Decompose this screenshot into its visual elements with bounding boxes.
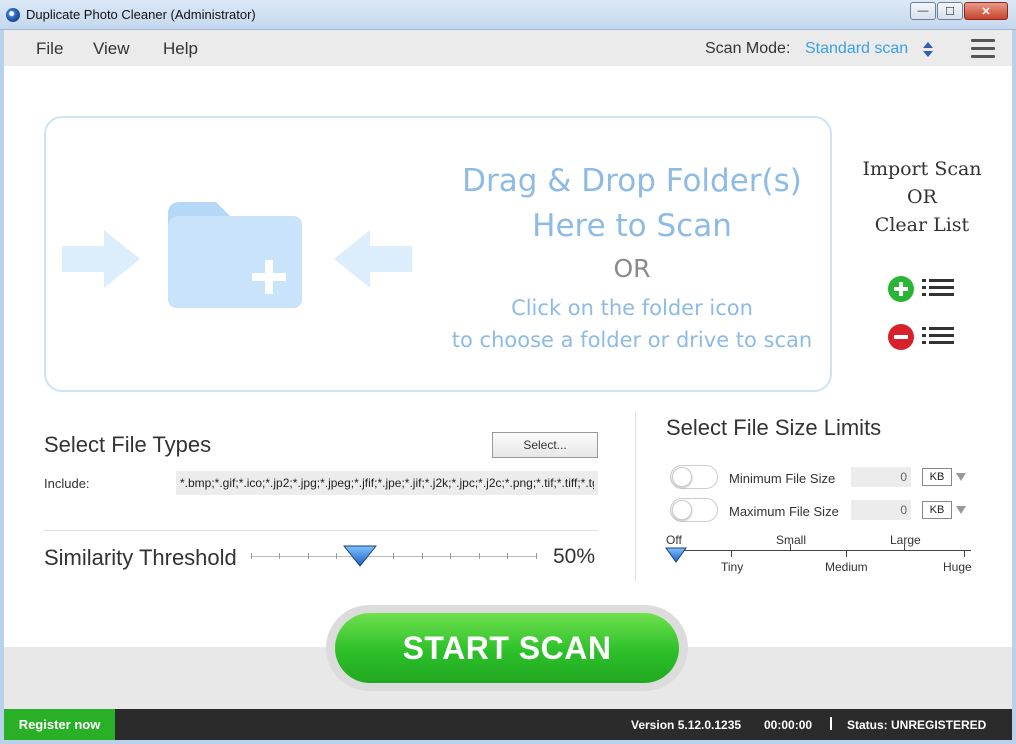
import-or-text: OR [907, 186, 937, 208]
arrow-right-icon [62, 230, 140, 288]
similarity-title: Similarity Threshold [44, 545, 237, 570]
minimize-button[interactable]: — [910, 2, 936, 20]
file-types-title: Select File Types [44, 432, 212, 457]
min-size-input[interactable] [851, 467, 911, 487]
drop-heading-line-1: Drag & Drop Folder(s) [462, 163, 802, 199]
max-size-toggle[interactable] [670, 498, 718, 522]
select-file-types-button[interactable]: Select... [492, 432, 598, 458]
menu-help[interactable]: Help [163, 39, 198, 59]
drop-heading-line-2: Here to Scan [532, 208, 732, 244]
minus-circle-icon [888, 324, 914, 350]
arrow-left-icon [334, 230, 412, 288]
size-limits-title: Select File Size Limits [666, 415, 882, 440]
list-icon [922, 279, 954, 299]
menu-file[interactable]: File [36, 39, 63, 59]
chevron-down-icon[interactable] [956, 506, 966, 514]
size-scale-medium: Medium [825, 560, 868, 574]
include-label: Include: [44, 476, 90, 491]
scan-mode-label: Scan Mode: [705, 40, 791, 57]
drop-or-text: OR [613, 254, 651, 283]
registration-status: Status: UNREGISTERED [847, 718, 987, 732]
menu-bar: File View Help Scan Mode: Standard scan [4, 30, 1012, 66]
clear-list-text: Clear List [874, 214, 970, 236]
include-file-types-field[interactable] [176, 471, 598, 495]
menu-view[interactable]: View [93, 39, 130, 59]
size-scale-small: Small [776, 533, 807, 547]
drop-zone[interactable]: Drag & Drop Folder(s) Here to Scan OR Cl… [44, 116, 832, 392]
similarity-slider-thumb[interactable] [343, 545, 377, 567]
import-scan-text: Import Scan [862, 158, 982, 180]
size-scale-off: Off [666, 533, 682, 547]
maximize-button[interactable]: ☐ [937, 2, 963, 20]
window-title: Duplicate Photo Cleaner (Administrator) [26, 7, 256, 22]
hamburger-menu-icon[interactable] [971, 39, 995, 58]
vertical-divider [635, 412, 636, 582]
max-size-unit[interactable]: KB [922, 501, 952, 519]
size-scale-tiny: Tiny [721, 560, 744, 574]
similarity-value: 50% [553, 545, 596, 568]
clear-list-button[interactable] [888, 322, 958, 352]
drop-hint-line-1: Click on the folder icon [511, 296, 753, 320]
main-window: File View Help Scan Mode: Standard scan … [4, 30, 1012, 740]
close-button[interactable]: ✕ [964, 2, 1008, 20]
divider [44, 530, 598, 531]
list-icon [922, 327, 954, 347]
size-slider-thumb[interactable] [665, 547, 687, 563]
scan-mode-select[interactable]: Standard scan [805, 40, 908, 58]
status-bar: Register now Version 5.12.0.1235 00:00:0… [4, 709, 1012, 740]
size-slider-track[interactable] [669, 550, 971, 551]
window-controls: — ☐ ✕ [909, 2, 1008, 20]
up-down-arrow-icon[interactable] [923, 42, 933, 58]
timer-text: 00:00:00 [764, 718, 813, 732]
plus-circle-icon [888, 276, 914, 302]
title-bar: Duplicate Photo Cleaner (Administrator) … [0, 0, 1016, 30]
version-text: Version 5.12.0.1235 [631, 718, 742, 732]
size-scale-huge: Huge [943, 560, 972, 574]
register-now-button[interactable]: Register now [4, 709, 115, 740]
min-size-unit[interactable]: KB [922, 468, 952, 486]
max-size-input[interactable] [851, 500, 911, 520]
folder-add-icon[interactable] [168, 202, 304, 310]
min-size-toggle[interactable] [670, 465, 718, 489]
min-size-label: Minimum File Size [729, 471, 836, 486]
drop-hint-line-2: to choose a folder or drive to scan [451, 328, 813, 352]
size-scale-large: Large [890, 533, 921, 547]
import-scan-button[interactable] [888, 274, 958, 304]
start-scan-button[interactable]: START SCAN [335, 613, 679, 683]
max-size-label: Maximum File Size [729, 504, 839, 519]
app-icon [6, 8, 20, 22]
status-separator [830, 717, 832, 730]
chevron-down-icon[interactable] [956, 473, 966, 481]
